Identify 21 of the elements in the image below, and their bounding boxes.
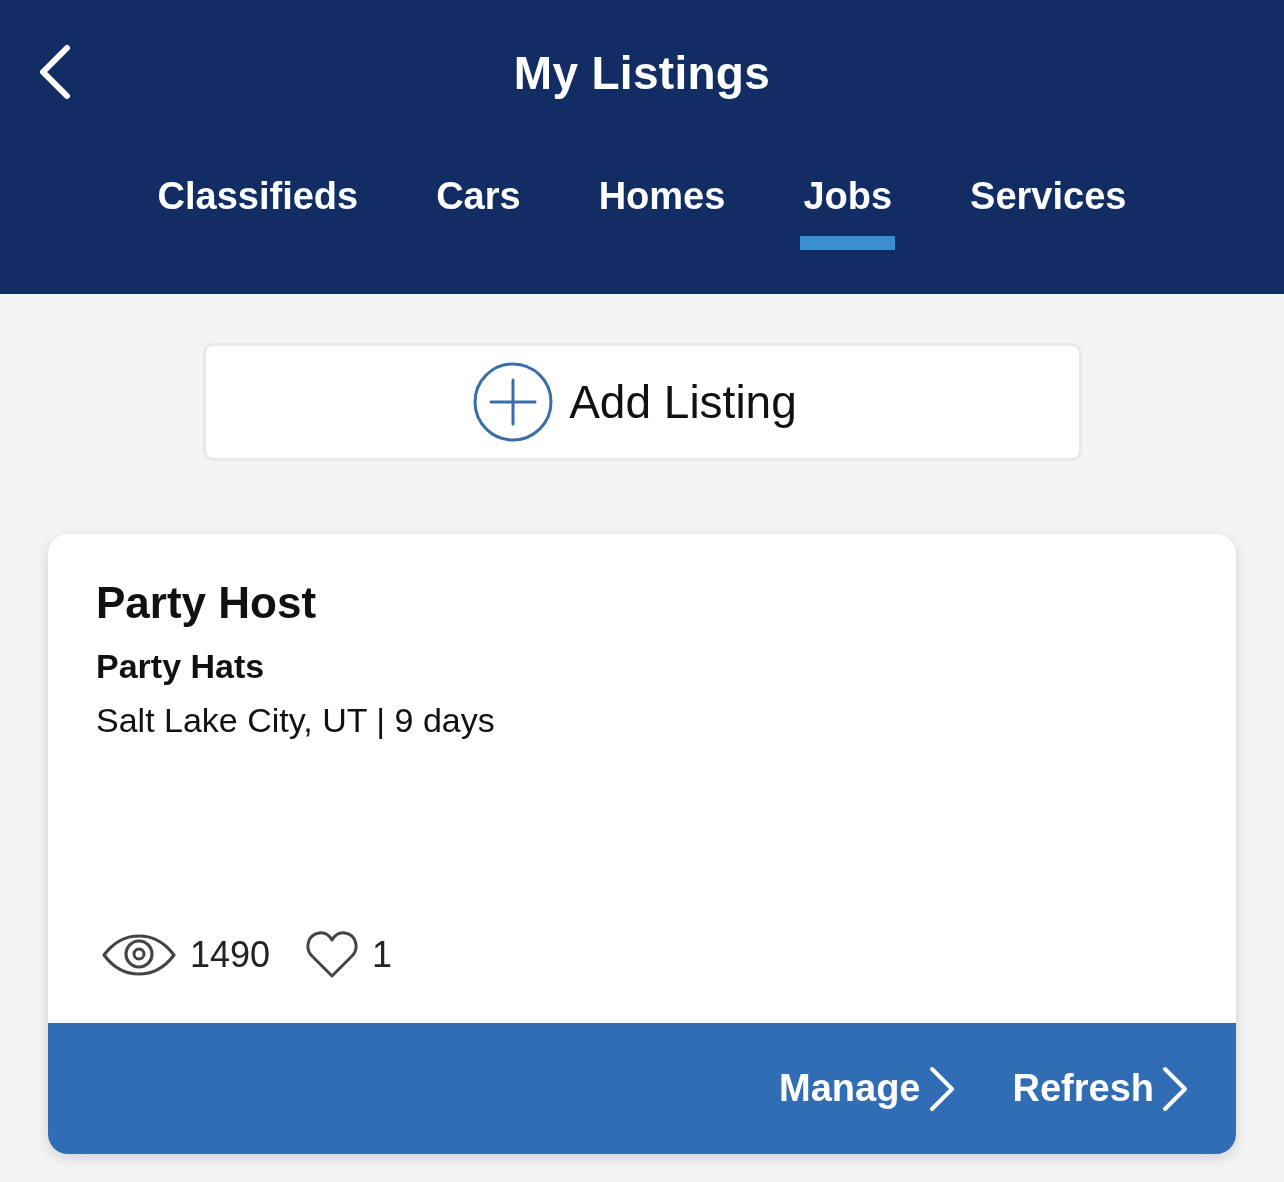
back-icon	[38, 44, 72, 100]
action-link[interactable]: Manage	[779, 1065, 955, 1112]
category-tab[interactable]: Classifieds	[154, 175, 362, 250]
add-listing-button[interactable]: Add Listing	[202, 343, 1082, 461]
category-tab[interactable]: Services	[967, 175, 1130, 250]
listing-details: Salt Lake City, UT | 9 days	[96, 700, 495, 741]
eye-icon	[102, 934, 176, 976]
chevron-right-icon	[928, 1065, 955, 1112]
add-icon	[473, 362, 554, 442]
chevron-right-icon	[1162, 1065, 1188, 1112]
category-tab[interactable]: Cars	[433, 175, 524, 250]
page-title: My Listings	[513, 46, 771, 100]
category-tab[interactable]: Jobs	[800, 175, 896, 250]
back-button[interactable]	[38, 44, 72, 100]
favorite-count: 1	[372, 934, 393, 976]
action-link[interactable]: Refresh	[1012, 1065, 1188, 1112]
view-count: 1490	[190, 934, 271, 976]
category-tab[interactable]: Homes	[595, 175, 729, 250]
listing-company: Party Hats	[96, 646, 265, 687]
heart-icon	[306, 931, 359, 979]
listing-title: Party Host	[96, 577, 317, 629]
